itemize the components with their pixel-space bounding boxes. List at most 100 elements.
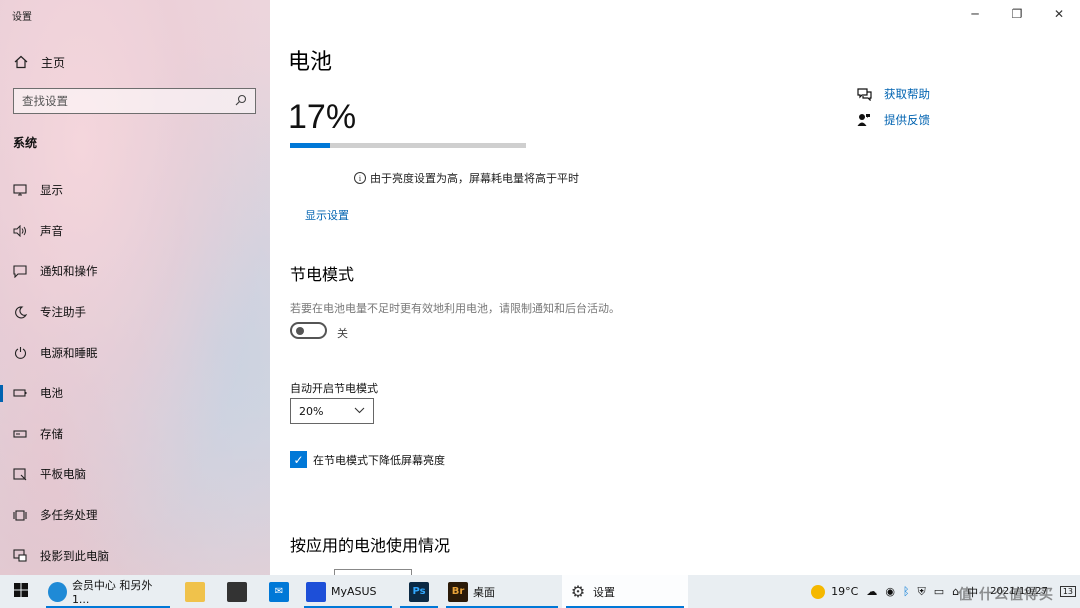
page-title: 电池 [288, 50, 333, 75]
window-title: 设置 [12, 12, 32, 23]
get-help-label: 获取帮助 [884, 87, 930, 101]
battery-level-fill [290, 143, 331, 148]
taskbar-app-photoshop[interactable]: Ps [396, 575, 442, 608]
window-controls: ─ ❐ ✕ [954, 0, 1080, 28]
give-feedback-link[interactable]: 提供反馈 [856, 112, 930, 128]
sidebar-item-display[interactable]: 显示 [0, 170, 270, 211]
display-settings-link[interactable]: 显示设置 [305, 207, 349, 223]
restore-button[interactable]: ❐ [996, 0, 1038, 28]
myasus-icon [306, 581, 326, 602]
sidebar-item-label: 通知和操作 [40, 264, 98, 279]
sidebar-item-label: 存储 [40, 426, 63, 441]
sidebar-item-label: 显示 [40, 183, 63, 198]
photoshop-icon: Ps [409, 581, 429, 602]
sidebar-item-focus-assist[interactable]: 专注助手 [0, 292, 270, 333]
taskbar: 会员中心 和另外 1... ✉ MyASUS Ps Br 桌面 ⚙ 设置 19°… [0, 575, 1080, 608]
sidebar-item-label: 电源和睡眠 [40, 345, 98, 360]
lower-brightness-label: 在节电模式下降低屏幕亮度 [313, 453, 445, 467]
taskbar-app-mail[interactable]: ✉ [258, 575, 300, 608]
storage-icon [12, 426, 28, 442]
sidebar-item-storage[interactable]: 存储 [0, 414, 270, 455]
onedrive-icon[interactable]: ☁ [866, 585, 877, 598]
taskbar-app-label: 会员中心 和另外 1... [71, 579, 153, 606]
battery-saver-toggle[interactable] [290, 322, 327, 339]
auto-saver-threshold-select[interactable]: 20% [290, 398, 374, 424]
battery-icon [12, 385, 28, 401]
lower-brightness-option[interactable]: ✓ 在节电模式下降低屏幕亮度 [290, 451, 445, 468]
sidebar-item-label: 声音 [40, 223, 63, 238]
edge-icon [48, 581, 67, 602]
sidebar-item-label: 专注助手 [40, 305, 86, 320]
taskbar-app-myasus[interactable]: MyASUS [300, 575, 396, 608]
sun-icon [811, 584, 826, 599]
speaker-icon [12, 223, 28, 239]
start-button[interactable] [0, 575, 42, 608]
sidebar-item-notifications[interactable]: 通知和操作 [0, 251, 270, 292]
monitor-icon [12, 182, 28, 198]
weather-widget[interactable]: 19°C [811, 584, 859, 599]
sidebar-item-multitasking[interactable]: 多任务处理 [0, 495, 270, 536]
project-icon [12, 548, 28, 564]
battery-percent: 17% [288, 98, 357, 136]
feedback-person-icon [856, 113, 872, 127]
tablet-icon [12, 466, 28, 482]
get-help-link[interactable]: 获取帮助 [856, 86, 930, 102]
taskbar-app-bridge[interactable]: Br 桌面 [442, 575, 562, 608]
sidebar-item-sound[interactable]: 声音 [0, 211, 270, 252]
sidebar-item-label: 投影到此电脑 [40, 548, 109, 563]
sidebar-item-tablet[interactable]: 平板电脑 [0, 454, 270, 495]
brightness-warning: i 由于亮度设置为高，屏幕耗电量将高于平时 [354, 170, 579, 186]
moon-icon [12, 304, 28, 320]
close-button[interactable]: ✕ [1038, 0, 1080, 28]
taskbar-app-label: MyASUS [331, 585, 377, 598]
sidebar-home-label: 主页 [41, 55, 66, 70]
sidebar-nav: 显示 声音 通知和操作 专注助手 电源和睡眠 电池 存储 平板电脑 多任务处理 … [0, 170, 270, 576]
brightness-warning-text: 由于亮度设置为高，屏幕耗电量将高于平时 [370, 172, 579, 185]
weather-temperature: 19°C [831, 585, 859, 598]
usage-by-app-title: 按应用的电池使用情况 [290, 536, 451, 555]
sidebar-section-title: 系统 [13, 136, 38, 150]
search-icon [235, 94, 247, 109]
main-content: ─ ❐ ✕ 电池 17% i 由于亮度设置为高，屏幕耗电量将高于平时 显示设置 … [270, 0, 1080, 575]
taskbar-app-label: 桌面 [473, 585, 495, 599]
minimize-button[interactable]: ─ [954, 0, 996, 28]
sidebar-item-label: 电池 [40, 386, 63, 401]
battery-saver-description: 若要在电池电量不足时更有效地利用电池，请限制通知和后台活动。 [290, 302, 620, 315]
notification-center-icon[interactable]: 13 [1059, 586, 1076, 597]
taskbar-app-edge[interactable]: 会员中心 和另外 1... [42, 575, 174, 608]
store-icon [227, 581, 247, 602]
battery-saver-toggle-state: 关 [337, 327, 348, 340]
folder-icon [185, 581, 205, 602]
bluetooth-icon[interactable]: ᛒ [903, 585, 910, 598]
mail-icon: ✉ [269, 581, 289, 602]
taskbar-app-explorer[interactable] [174, 575, 216, 608]
bridge-icon: Br [448, 581, 468, 602]
sidebar-item-label: 平板电脑 [40, 467, 86, 482]
chat-help-icon [856, 87, 872, 101]
sidebar-item-project[interactable]: 投影到此电脑 [0, 535, 270, 576]
taskbar-app-settings[interactable]: ⚙ 设置 [562, 575, 688, 608]
taskbar-app-store[interactable] [216, 575, 258, 608]
battery-level-bar [290, 143, 526, 148]
auto-saver-threshold-value: 20% [299, 404, 324, 418]
search-placeholder: 查找设置 [22, 94, 68, 108]
sidebar-item-label: 多任务处理 [40, 508, 98, 523]
tray-battery-icon[interactable]: ▭ [934, 585, 944, 598]
settings-gear-icon: ⚙ [570, 582, 586, 601]
notification-icon [12, 263, 28, 279]
battery-saver-title: 节电模式 [290, 265, 355, 284]
home-icon [14, 55, 28, 69]
sidebar-item-power-sleep[interactable]: 电源和睡眠 [0, 332, 270, 373]
checkbox-checked-icon[interactable]: ✓ [290, 451, 307, 468]
sidebar: 设置 主页 查找设置 系统 显示 声音 通知和操作 专注助手 电源和睡眠 电池 … [0, 0, 270, 575]
taskbar-app-label: 设置 [593, 585, 615, 599]
multitask-icon [12, 507, 28, 523]
watermark: 值 什么值得买 [958, 587, 1054, 603]
info-icon: i [354, 172, 366, 184]
settings-search-input[interactable]: 查找设置 [13, 88, 256, 114]
sidebar-home[interactable]: 主页 [14, 52, 65, 72]
windows-logo-icon [14, 582, 28, 601]
sidebar-item-battery[interactable]: 电池 [0, 373, 270, 414]
steam-icon[interactable]: ◉ [885, 585, 895, 598]
security-shield-icon[interactable]: ⛨ [918, 585, 926, 599]
